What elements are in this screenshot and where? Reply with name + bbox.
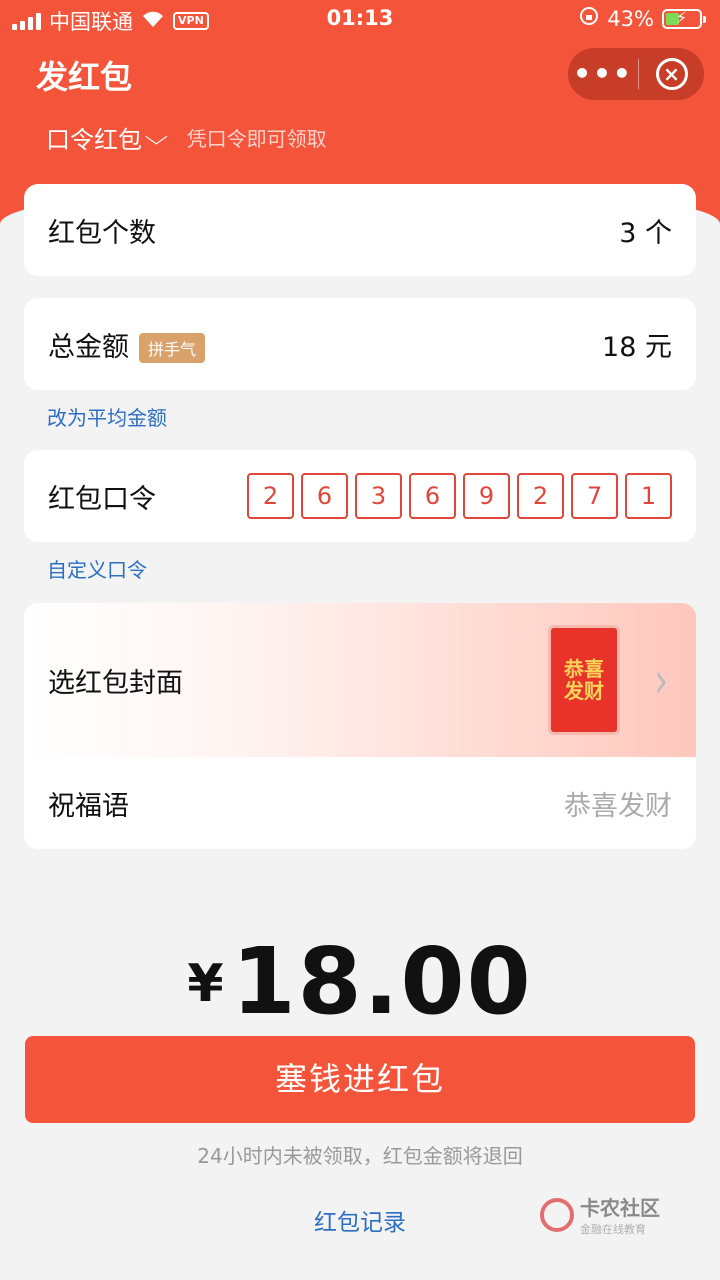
status-bar: 中国联通 VPN 01:13 43% ⚡ [0,0,720,38]
currency-symbol: ¥ [187,954,224,1014]
wish-row[interactable]: 祝福语 恭喜发财 [24,757,696,849]
cover-thumb-text: 恭喜发财 [564,657,604,703]
watermark-slogan: 金融在线教育 [580,1223,646,1236]
cover-thumbnail: 恭喜发财 [548,625,620,735]
password-digit: 2 [247,473,294,519]
watermark-name: 卡农社区 [580,1196,660,1220]
packet-type-hint: 凭口令即可领取 [186,127,327,151]
close-icon: × [655,58,688,90]
cover-card: 选红包封面 恭喜发财 › 祝福语 恭喜发财 [24,603,696,849]
lucky-badge: 拼手气 [139,333,206,363]
watermark: 卡农社区 金融在线教育 [540,1192,660,1237]
rotation-lock-icon [579,6,599,31]
packet-type-label: 口令红包 [46,126,142,154]
mini-program-capsule: ••• × [568,48,704,100]
packet-type-selector[interactable]: 口令红包 ⌵ 凭口令即可领取 [46,120,327,155]
total-amount-display: ¥18.00 [0,928,720,1035]
switch-average-link[interactable]: 改为平均金额 [47,402,167,431]
submit-button[interactable]: 塞钱进红包 [25,1036,695,1123]
password-digit: 1 [625,473,672,519]
page-title: 发红包 [36,58,133,96]
refund-notice: 24小时内未被领取，红包金额将退回 [197,1144,523,1168]
password-digit: 9 [463,473,510,519]
custom-password-link[interactable]: 自定义口令 [47,554,147,583]
count-card[interactable]: 红包个数 3 个 [24,184,696,276]
password-digit: 6 [409,473,456,519]
password-digit: 3 [355,473,402,519]
watermark-logo [540,1197,574,1232]
wish-input[interactable]: 恭喜发财 [564,784,672,823]
total-label: 总金额 [48,331,129,363]
count-value[interactable]: 3 个 [619,211,672,250]
password-card: 红包口令 2 6 3 6 9 2 7 1 [24,450,696,542]
wish-label: 祝福语 [48,790,129,822]
cover-label: 选红包封面 [48,668,183,699]
count-label: 红包个数 [48,217,156,249]
total-value[interactable]: 18 元 [602,325,672,364]
password-digits: 2 6 3 6 9 2 7 1 [247,473,672,519]
more-button[interactable]: ••• [568,48,638,100]
amount-value: 18.00 [231,928,533,1035]
chevron-down-icon: ⌵ [144,125,169,150]
close-button[interactable]: × [639,58,704,90]
chevron-right-icon: › [654,651,668,711]
total-card[interactable]: 总金额 拼手气 18 元 [24,298,696,390]
password-digit: 6 [301,473,348,519]
battery-icon: ⚡ [662,8,706,29]
cover-selector[interactable]: 选红包封面 恭喜发财 › [24,603,696,757]
battery-percent: 43% [607,6,654,31]
password-digit: 2 [517,473,564,519]
password-digit: 7 [571,473,618,519]
password-label: 红包口令 [48,483,156,515]
